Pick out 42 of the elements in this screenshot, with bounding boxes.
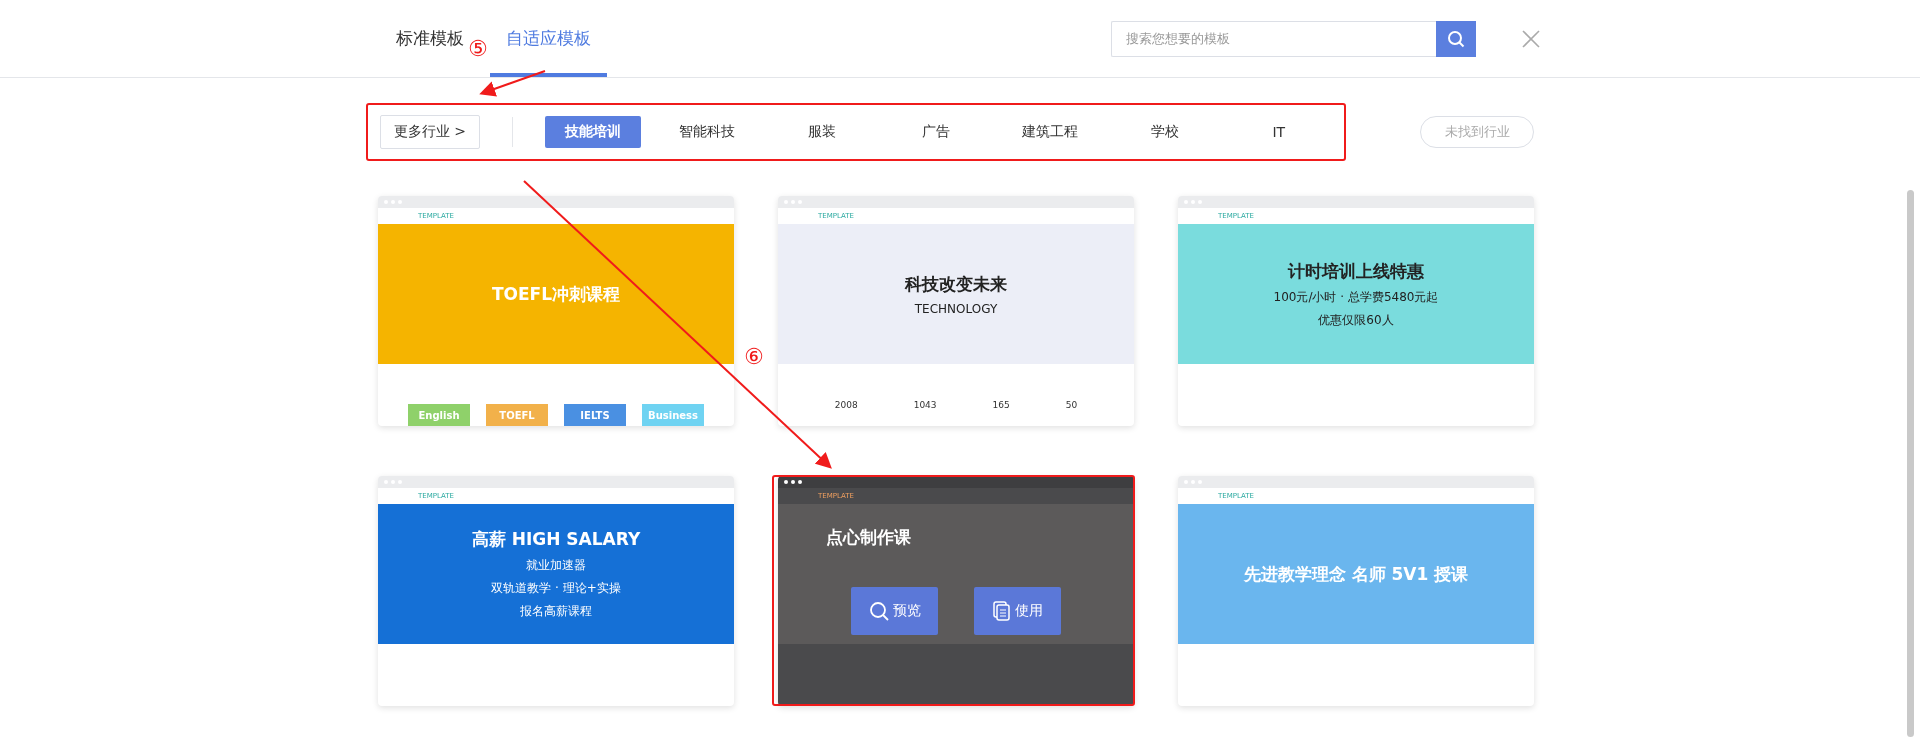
close-button[interactable] — [1522, 29, 1540, 48]
search-icon — [1447, 29, 1465, 48]
stat-number: 2008 — [834, 400, 858, 410]
annotation-number: ⑥ — [744, 346, 764, 368]
search-icon — [868, 601, 889, 621]
stat-number: 165 — [992, 400, 1010, 410]
search-field[interactable]: 搜索您想要的模板 — [1111, 20, 1436, 57]
hero-subtitle: 就业加速器 — [526, 557, 586, 574]
industry-tab[interactable]: 技能培训 — [544, 116, 642, 148]
hero-title: 高薪 HIGH SALARY — [471, 528, 641, 551]
search-button[interactable] — [1436, 20, 1476, 57]
hero-title: TOEFL冲刺课程 — [491, 282, 621, 306]
preview-button[interactable]: 预览 — [851, 587, 938, 635]
hero-subtitle: TECHNOLOGY — [914, 301, 998, 316]
course-tile: TOEFL — [486, 404, 548, 426]
more-industries-button[interactable]: 更多行业 > — [380, 115, 480, 149]
industry-tab[interactable]: 服装 — [773, 116, 870, 148]
industry-tab[interactable]: 建筑工程 — [1002, 116, 1099, 148]
annotation-arrow — [479, 70, 546, 97]
course-tile: English — [408, 404, 470, 426]
stat-number: 1043 — [913, 400, 937, 410]
hero-subtitle: 优惠仅限60人 — [1318, 311, 1394, 329]
hero-subtitle: 报名高薪课程 — [520, 603, 592, 620]
industry-tab[interactable]: 广告 — [887, 116, 984, 148]
annotation-number: ⑤ — [468, 38, 488, 60]
template-tab[interactable]: 自适应模板 — [490, 0, 607, 77]
hero-subtitle: 双轨道教学 · 理论+实操 — [491, 580, 621, 597]
industry-tab[interactable]: 智能科技 — [659, 116, 756, 148]
hero-title: 点心制作课 — [826, 526, 911, 549]
course-tile: Business — [642, 404, 704, 426]
course-tile: IELTS — [564, 404, 626, 426]
hero-title: 先进教学理念 名师 5V1 授课 — [1243, 562, 1469, 586]
hero-title: 计时培训上线特惠 — [1288, 259, 1424, 283]
industry-tab[interactable]: 学校 — [1116, 116, 1213, 148]
document-icon — [992, 601, 1011, 621]
scrollbar[interactable] — [1907, 190, 1914, 737]
close-icon — [1522, 29, 1540, 48]
stat-number: 50 — [1065, 400, 1078, 410]
use-button[interactable]: 使用 — [974, 587, 1061, 635]
industry-tab[interactable]: IT — [1230, 116, 1327, 148]
hero-title: 科技改变未来 — [905, 272, 1007, 296]
hero-subtitle: 100元/小时 · 总学费5480元起 — [1273, 288, 1439, 306]
